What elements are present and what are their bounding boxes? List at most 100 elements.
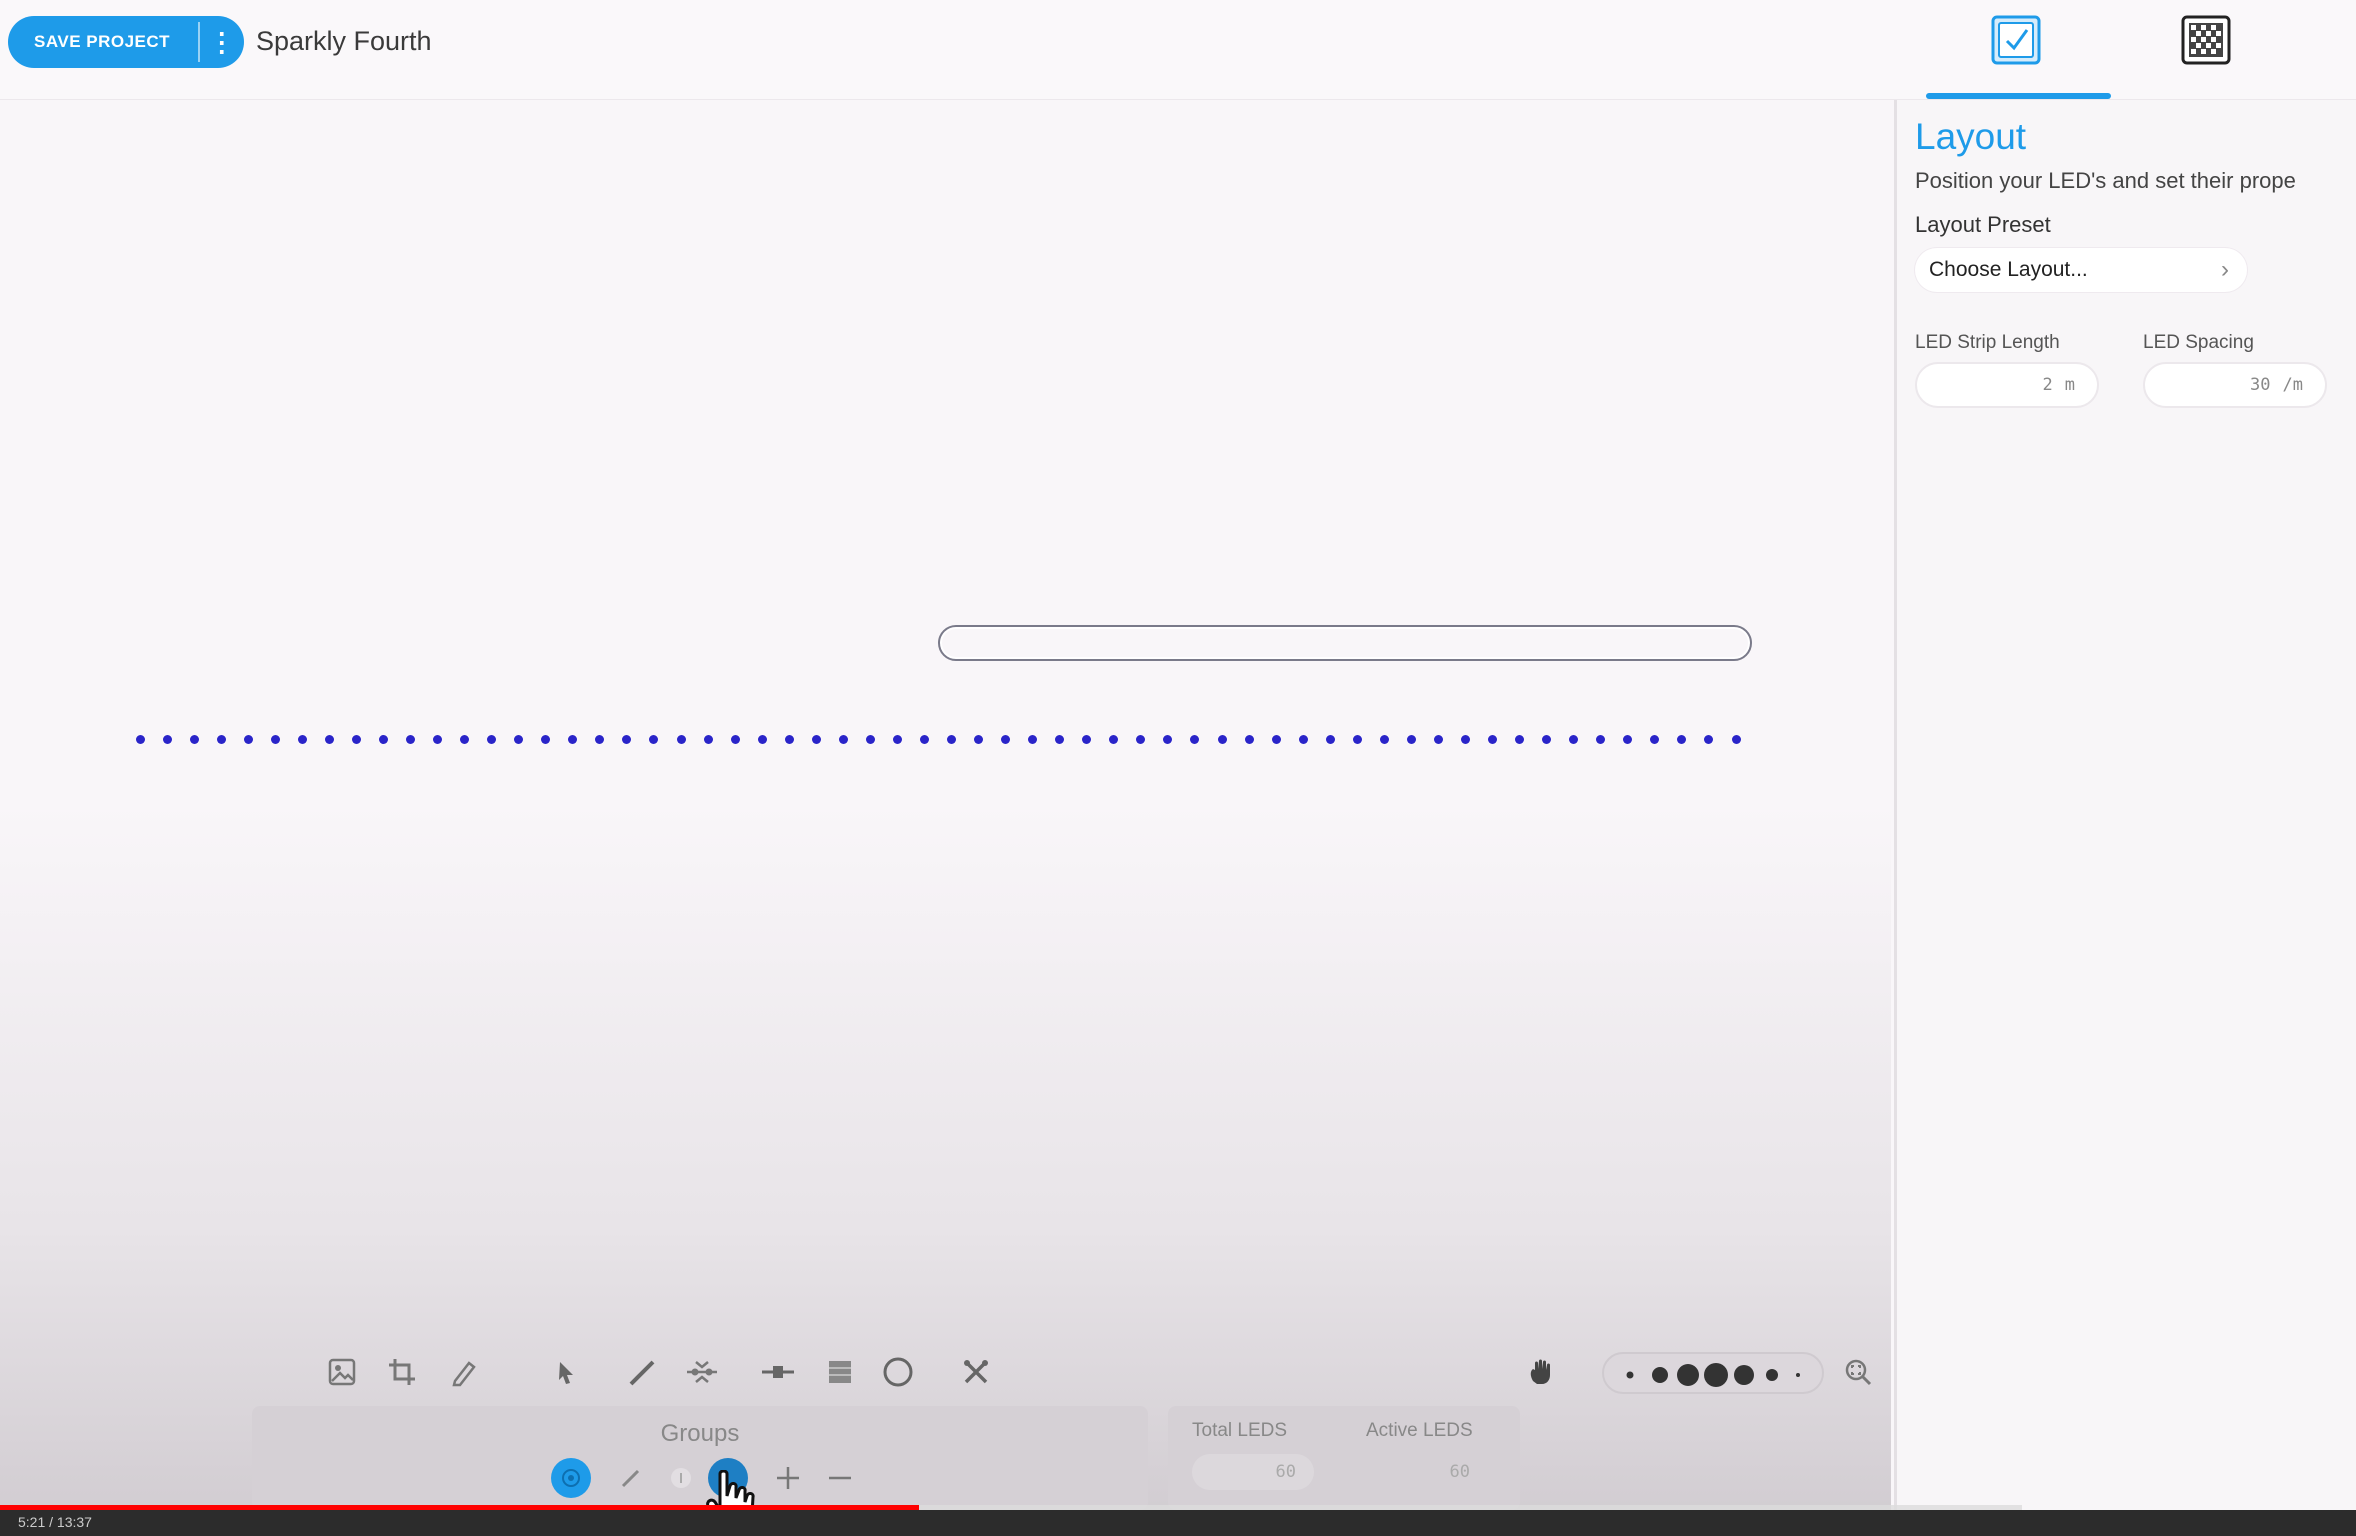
led-dot[interactable] [162,734,172,744]
layout-preset-select[interactable]: Choose Layout... › [1915,248,2247,292]
project-name[interactable]: Sparkly Fourth [256,26,432,57]
led-dot[interactable] [270,734,280,744]
active-leds-value: 60 [1449,1462,1470,1482]
led-dot[interactable] [1379,734,1389,744]
led-dot[interactable] [216,734,226,744]
led-dot[interactable] [1677,734,1687,744]
led-dot[interactable] [947,734,957,744]
led-dot[interactable] [622,734,632,744]
plus-icon[interactable] [768,1458,808,1498]
pencil-icon[interactable] [446,1354,482,1390]
led-dot[interactable] [1623,734,1633,744]
led-dot[interactable] [1298,734,1308,744]
led-dot[interactable] [1406,734,1416,744]
total-leds-label: Total LEDS [1192,1420,1288,1441]
led-dot[interactable] [1028,734,1038,744]
connect-icon[interactable] [760,1354,796,1390]
led-dot[interactable] [1055,734,1065,744]
strip-length-value: 2 [2042,375,2053,395]
led-dot[interactable] [784,734,794,744]
crop-icon[interactable] [384,1354,420,1390]
led-dot[interactable] [406,734,415,744]
group-info-icon[interactable] [661,1458,701,1498]
led-dot[interactable] [1082,734,1092,744]
led-dot[interactable] [811,734,821,744]
top-bar: SAVE PROJECT ⋮ Sparkly Fourth [0,0,2356,100]
led-dot[interactable] [135,734,145,744]
led-dot[interactable] [703,734,713,744]
led-dot[interactable] [1542,734,1552,744]
led-dot[interactable] [1325,734,1335,744]
led-canvas[interactable] [0,100,1891,1510]
led-dot[interactable] [865,734,875,744]
led-dot[interactable] [189,734,199,744]
led-size-slider[interactable] [1602,1352,1824,1394]
led-dot[interactable] [1650,734,1660,744]
led-dot[interactable] [1136,734,1146,744]
led-dot[interactable] [1433,734,1443,744]
led-dot[interactable] [324,734,334,744]
zoom-fit-icon[interactable] [1840,1354,1876,1390]
selection-box[interactable] [938,625,1752,661]
led-dot[interactable] [1460,734,1470,744]
grid-icon[interactable] [822,1354,858,1390]
led-dot[interactable] [433,734,443,744]
led-dot[interactable] [1001,734,1011,744]
led-dot[interactable] [1352,734,1362,744]
led-dot[interactable] [595,734,605,744]
led-dot[interactable] [1515,734,1525,744]
led-dot[interactable] [568,734,578,744]
led-dot[interactable] [919,734,929,744]
pointer-icon[interactable] [548,1354,584,1390]
strip-length-label: LED Strip Length [1915,332,2060,353]
circle-icon[interactable] [880,1354,916,1390]
video-controls-bar[interactable]: 5:21 / 13:37 [0,1510,2356,1536]
led-dot[interactable] [351,734,361,744]
image-icon[interactable] [324,1354,360,1390]
groups-title: Groups [660,1420,740,1447]
led-spacing-field[interactable]: 30 /m [2143,362,2327,408]
led-dot[interactable] [757,734,767,744]
led-dot[interactable] [838,734,848,744]
draw-line-icon[interactable] [624,1354,660,1390]
more-options-icon[interactable]: ⋮ [200,29,244,55]
led-dot[interactable] [460,734,470,744]
panel-title: Layout [1915,116,2027,157]
led-dot[interactable] [1109,734,1119,744]
led-dot[interactable] [730,734,740,744]
led-dot[interactable] [243,734,253,744]
led-dot[interactable] [1163,734,1173,744]
save-project-button[interactable]: SAVE PROJECT ⋮ [8,16,244,68]
led-dot[interactable] [649,734,659,744]
matrix-icon[interactable] [2180,14,2232,66]
led-dot[interactable] [487,734,497,744]
distribute-icon[interactable] [684,1354,720,1390]
led-dot[interactable] [1488,734,1498,744]
led-dot[interactable] [1244,734,1254,744]
cut-icon[interactable] [958,1354,994,1390]
led-spacing-label: LED Spacing [2143,332,2254,353]
led-dot[interactable] [1217,734,1227,744]
strip-length-field[interactable]: 2 m [1915,362,2099,408]
led-spacing-value: 30 [2250,375,2271,395]
layout-icon[interactable] [1990,14,2042,66]
led-dot[interactable] [974,734,984,744]
led-dot[interactable] [1731,734,1741,744]
led-dot[interactable] [676,734,686,744]
led-stats-panel: Total LEDS 60 Active LEDS 60 [1168,1406,1520,1510]
led-dot[interactable] [1704,734,1714,744]
group-edit-icon[interactable] [611,1458,651,1498]
led-dot[interactable] [1271,734,1281,744]
led-dot[interactable] [378,734,388,744]
minus-icon[interactable] [820,1458,860,1498]
led-dot[interactable] [1569,734,1579,744]
led-dot[interactable] [297,734,307,744]
video-time: 5:21 / 13:37 [18,1514,92,1530]
group-select-icon[interactable] [551,1458,591,1498]
led-dot[interactable] [541,734,551,744]
led-dot[interactable] [892,734,902,744]
hand-icon[interactable] [1522,1354,1558,1390]
led-dot[interactable] [514,734,524,744]
led-dot[interactable] [1596,734,1606,744]
led-dot[interactable] [1190,734,1200,744]
